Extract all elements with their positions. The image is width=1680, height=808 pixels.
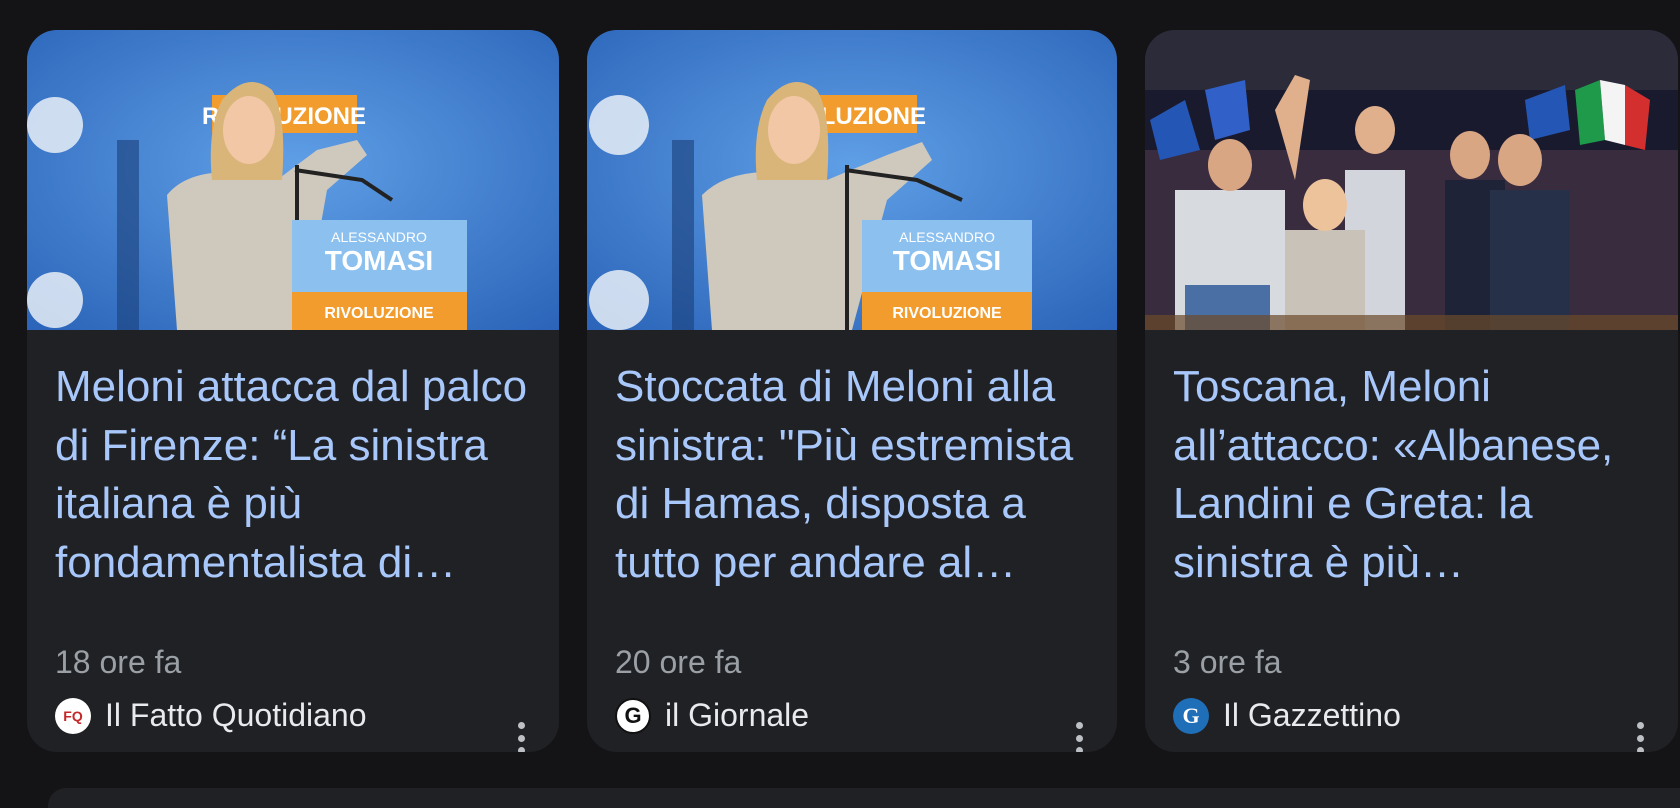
podium-footer-text: RIVOLUZIONE bbox=[324, 305, 434, 322]
il-gazzettino-logo-icon: G bbox=[1173, 697, 1209, 734]
source-name: Il Gazzettino bbox=[1223, 697, 1401, 733]
logo-letters: G bbox=[624, 702, 642, 728]
news-thumbnail[interactable]: RIVOLUZIONE ALESSANDRO TOMASI RIVOLUZION… bbox=[587, 30, 1117, 330]
more-vert-icon[interactable] bbox=[1075, 722, 1083, 752]
logo-letters: G bbox=[1182, 702, 1200, 728]
news-timestamp: 18 ore fa bbox=[55, 644, 182, 680]
news-card[interactable]: RIVOLUZIONE ALESSANDRO TOMASI RIVOLUZION… bbox=[27, 30, 559, 752]
news-timestamp: 3 ore fa bbox=[1173, 644, 1282, 680]
news-title[interactable]: Meloni attacca dal palco di Firenze: “La… bbox=[55, 358, 537, 592]
news-thumbnail[interactable]: RIVOLUZIONE ALESSANDRO TOMASI RIVOLUZION… bbox=[27, 30, 559, 330]
news-timestamp: 20 ore fa bbox=[615, 644, 742, 680]
news-source[interactable]: FQ Il Fatto Quotidiano bbox=[55, 697, 366, 734]
news-source[interactable]: G il Giornale bbox=[615, 697, 809, 734]
podium-name-text: TOMASI bbox=[893, 245, 1001, 276]
podium-footer-text: RIVOLUZIONE bbox=[892, 305, 1002, 322]
source-name: il Giornale bbox=[665, 697, 810, 733]
news-thumbnail[interactable] bbox=[1145, 30, 1678, 330]
news-source[interactable]: G Il Gazzettino bbox=[1173, 697, 1401, 734]
more-vert-icon[interactable] bbox=[517, 722, 525, 752]
news-title[interactable]: Stoccata di Meloni alla sinistra: "Più e… bbox=[615, 358, 1095, 592]
il-giornale-logo-icon: G bbox=[615, 697, 651, 734]
more-vert-icon[interactable] bbox=[1636, 722, 1644, 752]
news-title[interactable]: Toscana, Meloni all’attacco: «Albanese, … bbox=[1173, 358, 1656, 592]
next-section-edge bbox=[48, 788, 1680, 808]
il-fatto-quotidiano-logo-icon: FQ bbox=[55, 697, 91, 734]
news-card[interactable]: Toscana, Meloni all’attacco: «Albanese, … bbox=[1145, 30, 1678, 752]
podium-top-text: ALESSANDRO bbox=[331, 229, 427, 245]
podium-name-text: TOMASI bbox=[325, 245, 433, 276]
news-card[interactable]: RIVOLUZIONE ALESSANDRO TOMASI RIVOLUZION… bbox=[587, 30, 1117, 752]
logo-letters: FQ bbox=[63, 707, 83, 724]
podium-top-text: ALESSANDRO bbox=[899, 229, 995, 245]
source-name: Il Fatto Quotidiano bbox=[105, 697, 367, 733]
